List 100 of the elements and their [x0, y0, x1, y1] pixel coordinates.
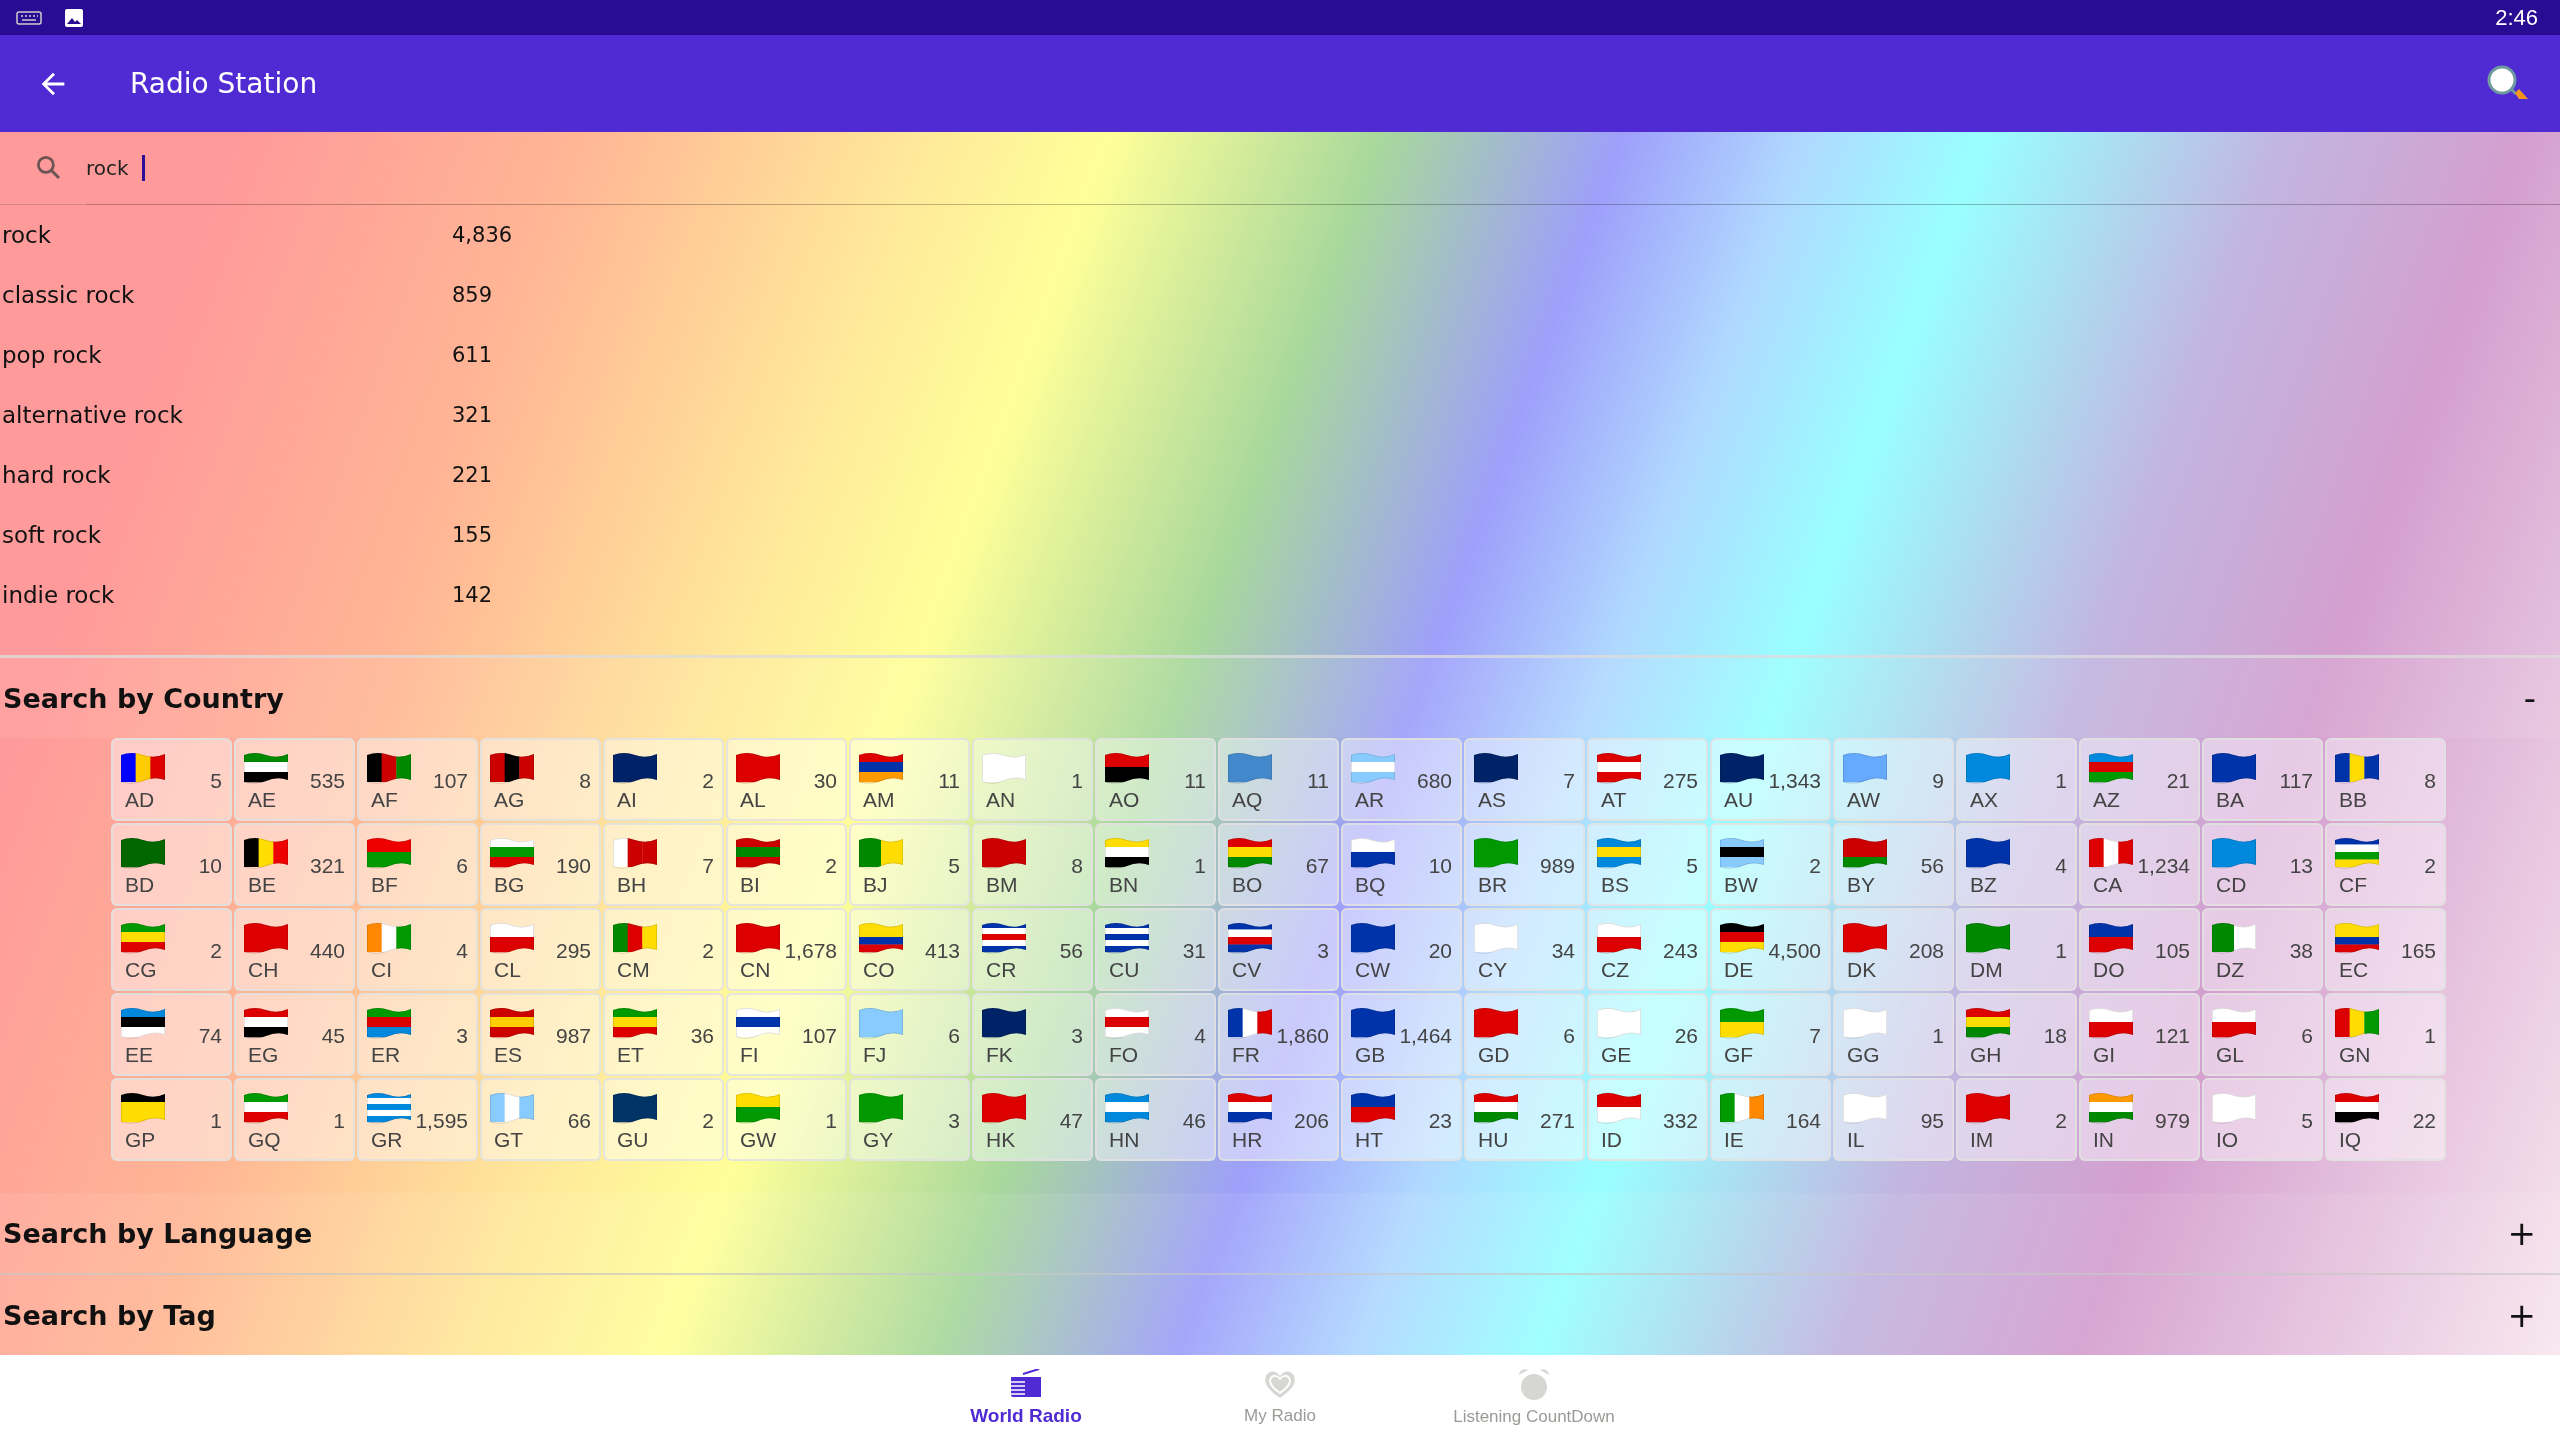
tag-name[interactable]: soft rock — [0, 522, 452, 548]
section-title[interactable]: Search by Country — [3, 682, 284, 714]
country-tile[interactable]: ES 987 — [480, 993, 601, 1076]
country-tile[interactable]: GB 1,464 — [1341, 993, 1462, 1076]
country-tile[interactable]: CF 2 — [2325, 823, 2446, 906]
country-tile[interactable]: DM 1 — [1956, 908, 2077, 991]
country-tile[interactable]: BN 1 — [1095, 823, 1216, 906]
country-tile[interactable]: AM 11 — [849, 738, 970, 821]
country-tile[interactable]: GG 1 — [1833, 993, 1954, 1076]
country-tile[interactable]: GI 121 — [2079, 993, 2200, 1076]
country-tile[interactable]: GU 2 — [603, 1078, 724, 1161]
country-tile[interactable]: IQ 22 — [2325, 1078, 2446, 1161]
country-tile[interactable]: HR 206 — [1218, 1078, 1339, 1161]
country-tile[interactable]: CI 4 — [357, 908, 478, 991]
country-tile[interactable]: EG 45 — [234, 993, 355, 1076]
toggle-button[interactable]: - — [2519, 678, 2540, 718]
tag-name[interactable]: alternative rock — [0, 402, 452, 428]
country-tile[interactable]: BI 2 — [726, 823, 847, 906]
country-tile[interactable]: FI 107 — [726, 993, 847, 1076]
country-tile[interactable]: BE 321 — [234, 823, 355, 906]
tag-name[interactable]: pop rock — [0, 342, 452, 368]
country-tile[interactable]: GR 1,595 — [357, 1078, 478, 1161]
country-tile[interactable]: AL 30 — [726, 738, 847, 821]
country-tile[interactable]: IM 2 — [1956, 1078, 2077, 1161]
country-tile[interactable]: HK 47 — [972, 1078, 1093, 1161]
country-tile[interactable]: GL 6 — [2202, 993, 2323, 1076]
country-tile[interactable]: AZ 21 — [2079, 738, 2200, 821]
country-tile[interactable]: CU 31 — [1095, 908, 1216, 991]
country-tile[interactable]: CD 13 — [2202, 823, 2323, 906]
toggle-button[interactable]: + — [2503, 1295, 2540, 1335]
country-tile[interactable]: AI 2 — [603, 738, 724, 821]
country-tile[interactable]: BZ 4 — [1956, 823, 2077, 906]
country-tile[interactable]: CY 34 — [1464, 908, 1585, 991]
country-tile[interactable]: FJ 6 — [849, 993, 970, 1076]
nav-tab[interactable]: World Radio — [899, 1355, 1153, 1440]
country-tile[interactable]: CR 56 — [972, 908, 1093, 991]
tag-name[interactable]: rock — [0, 222, 452, 248]
country-tile[interactable]: BD 10 — [111, 823, 232, 906]
country-tile[interactable]: GH 18 — [1956, 993, 2077, 1076]
country-tile[interactable]: IE 164 — [1710, 1078, 1831, 1161]
tag-name[interactable]: classic rock — [0, 282, 452, 308]
country-tile[interactable]: HU 271 — [1464, 1078, 1585, 1161]
country-tile[interactable]: CV 3 — [1218, 908, 1339, 991]
country-tile[interactable]: DO 105 — [2079, 908, 2200, 991]
country-tile[interactable]: AS 7 — [1464, 738, 1585, 821]
country-tile[interactable]: AN 1 — [972, 738, 1093, 821]
country-tile[interactable]: GQ 1 — [234, 1078, 355, 1161]
country-tile[interactable]: EE 74 — [111, 993, 232, 1076]
country-tile[interactable]: CM 2 — [603, 908, 724, 991]
country-tile[interactable]: DZ 38 — [2202, 908, 2323, 991]
country-tile[interactable]: AF 107 — [357, 738, 478, 821]
country-tile[interactable]: BW 2 — [1710, 823, 1831, 906]
country-tile[interactable]: CL 295 — [480, 908, 601, 991]
country-tile[interactable]: HN 46 — [1095, 1078, 1216, 1161]
country-tile[interactable]: GN 1 — [2325, 993, 2446, 1076]
country-tile[interactable]: GD 6 — [1464, 993, 1585, 1076]
country-tile[interactable]: BQ 10 — [1341, 823, 1462, 906]
country-tile[interactable]: GP 1 — [111, 1078, 232, 1161]
country-tile[interactable]: AO 11 — [1095, 738, 1216, 821]
country-tile[interactable]: CA 1,234 — [2079, 823, 2200, 906]
section-title[interactable]: Search by Language — [3, 1217, 313, 1249]
country-tile[interactable]: AW 9 — [1833, 738, 1954, 821]
country-tile[interactable]: BH 7 — [603, 823, 724, 906]
country-tile[interactable]: AR 680 — [1341, 738, 1462, 821]
country-tile[interactable]: AQ 11 — [1218, 738, 1339, 821]
country-tile[interactable]: BA 117 — [2202, 738, 2323, 821]
country-tile[interactable]: AD 5 — [111, 738, 232, 821]
country-tile[interactable]: ER 3 — [357, 993, 478, 1076]
country-tile[interactable]: IO 5 — [2202, 1078, 2323, 1161]
country-tile[interactable]: BJ 5 — [849, 823, 970, 906]
country-tile[interactable]: BR 989 — [1464, 823, 1585, 906]
country-tile[interactable]: GY 3 — [849, 1078, 970, 1161]
country-tile[interactable]: BB 8 — [2325, 738, 2446, 821]
country-tile[interactable]: AG 8 — [480, 738, 601, 821]
country-tile[interactable]: HT 23 — [1341, 1078, 1462, 1161]
tag-name[interactable]: hard rock — [0, 462, 452, 488]
country-tile[interactable]: FK 3 — [972, 993, 1093, 1076]
search-field[interactable]: rock — [86, 155, 142, 180]
country-tile[interactable]: AU 1,343 — [1710, 738, 1831, 821]
tag-name[interactable]: indie rock — [0, 582, 452, 608]
country-tile[interactable]: GT 66 — [480, 1078, 601, 1161]
country-tile[interactable]: GF 7 — [1710, 993, 1831, 1076]
country-tile[interactable]: BO 67 — [1218, 823, 1339, 906]
country-tile[interactable]: BG 190 — [480, 823, 601, 906]
country-tile[interactable]: IL 95 — [1833, 1078, 1954, 1161]
country-tile[interactable]: CH 440 — [234, 908, 355, 991]
country-tile[interactable]: DK 208 — [1833, 908, 1954, 991]
country-tile[interactable]: EC 165 — [2325, 908, 2446, 991]
country-tile[interactable]: ET 36 — [603, 993, 724, 1076]
country-tile[interactable]: DE 4,500 — [1710, 908, 1831, 991]
country-tile[interactable]: IN 979 — [2079, 1078, 2200, 1161]
country-tile[interactable]: CW 20 — [1341, 908, 1462, 991]
country-tile[interactable]: CG 2 — [111, 908, 232, 991]
country-tile[interactable]: GW 1 — [726, 1078, 847, 1161]
country-tile[interactable]: FO 4 — [1095, 993, 1216, 1076]
country-tile[interactable]: AT 275 — [1587, 738, 1708, 821]
toggle-button[interactable]: + — [2503, 1213, 2540, 1253]
country-tile[interactable]: BM 8 — [972, 823, 1093, 906]
country-tile[interactable]: ID 332 — [1587, 1078, 1708, 1161]
country-tile[interactable]: CO 413 — [849, 908, 970, 991]
